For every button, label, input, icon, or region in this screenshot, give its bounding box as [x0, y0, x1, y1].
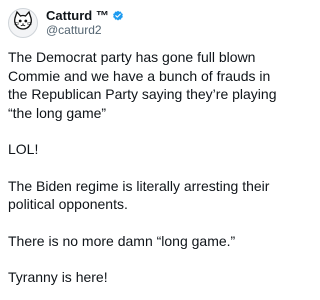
tweet-paragraph: The Democrat party has gone full blown C…: [8, 49, 277, 121]
tweet-paragraph: The Biden regime is literally arresting …: [8, 177, 270, 213]
tweet-paragraph: There is no more damn “long game.”: [8, 232, 236, 249]
author-display-name[interactable]: Catturd ™: [46, 8, 109, 23]
author-handle[interactable]: @catturd2: [46, 23, 124, 38]
tweet-header: Catturd ™ @catturd2: [8, 6, 124, 40]
verified-badge-icon: [112, 10, 124, 22]
tweet-card: Catturd ™ @catturd2 The Democrat party h…: [0, 0, 288, 300]
tweet-paragraph: Tyranny is here!: [8, 269, 108, 285]
avatar[interactable]: [8, 8, 38, 38]
author-names: Catturd ™ @catturd2: [46, 8, 124, 38]
tweet-paragraph: LOL!: [8, 141, 39, 157]
tweet-text: The Democrat party has gone full blown C…: [8, 48, 284, 287]
name-row: Catturd ™: [46, 8, 124, 23]
cat-avatar-icon: [11, 9, 35, 37]
